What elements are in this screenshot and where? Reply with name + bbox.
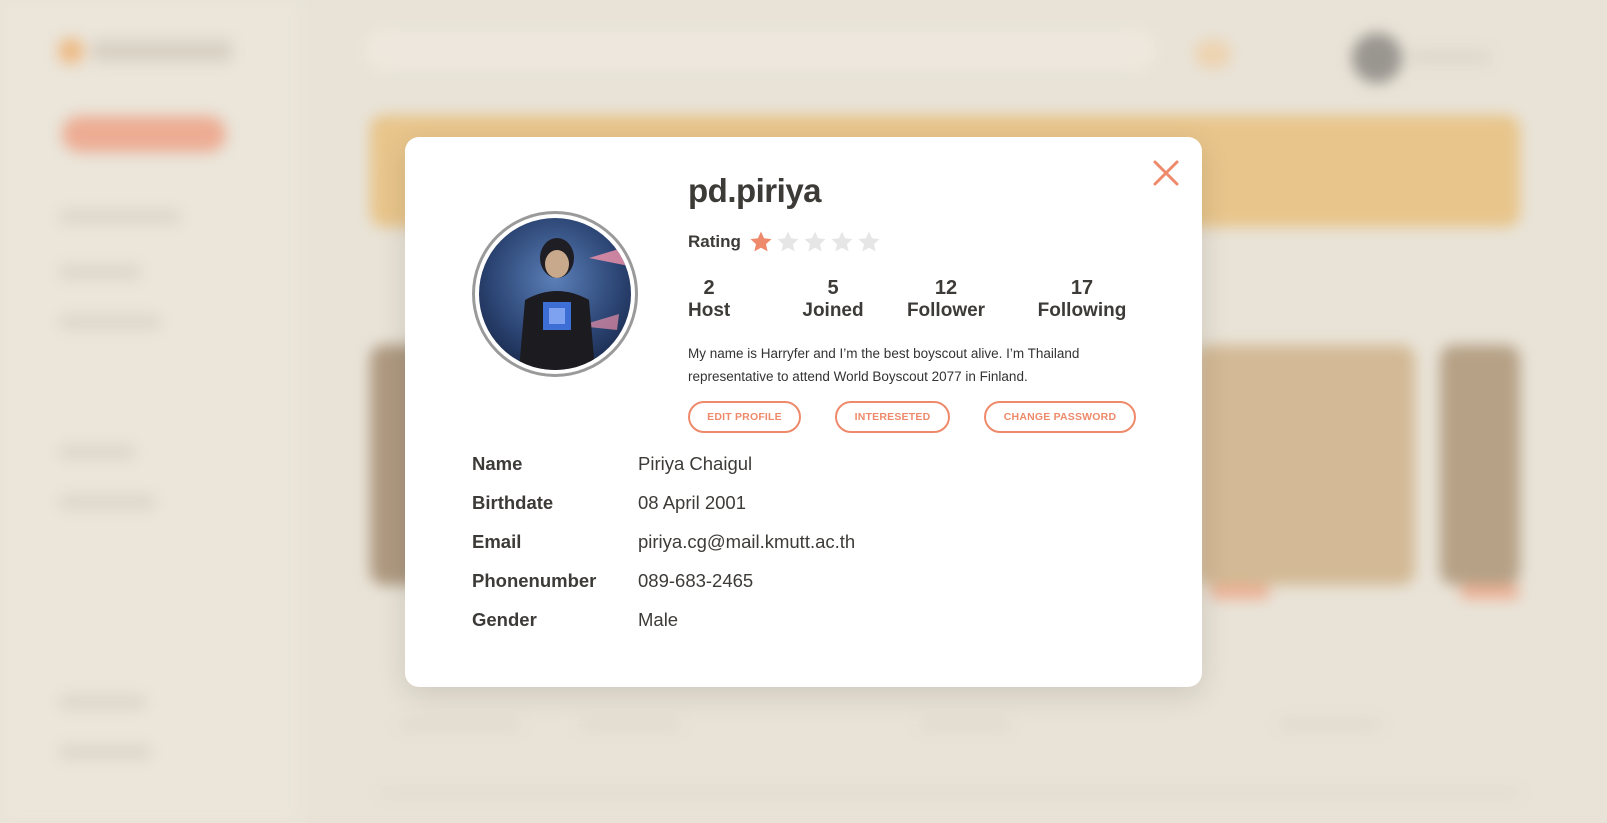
detail-value: Male [638, 609, 679, 630]
interested-button[interactable]: INTERESETED [835, 401, 950, 433]
detail-row-birthdate: Birthdate 08 April 2001 [472, 492, 1072, 522]
star-empty-icon [804, 231, 826, 252]
profile-username: pd.piriya [688, 172, 822, 209]
profile-photo [479, 218, 631, 370]
detail-row-email: Email piriya.cg@mail.kmutt.ac.th [472, 531, 1072, 561]
detail-value: piriya.cg@mail.kmutt.ac.th [638, 531, 856, 552]
rating-row: Rating [688, 229, 884, 255]
detail-value: 08 April 2001 [638, 492, 747, 513]
bio-line: representative to attend World Boyscout … [688, 369, 1028, 384]
detail-label: Birthdate [472, 492, 554, 513]
star-filled-icon [750, 231, 772, 252]
close-icon [1153, 160, 1179, 186]
stat-follower[interactable]: 12 Follower [906, 277, 986, 323]
stat-label: Follower [906, 300, 986, 321]
profile-modal: pd.piriya Rating 2 Host 5 Joined 12 Foll… [405, 137, 1202, 687]
detail-label: Email [472, 531, 522, 552]
stat-value: 2 [703, 277, 715, 299]
rating-label: Rating [688, 232, 741, 251]
detail-label: Phonenumber [472, 570, 597, 591]
detail-row-name: Name Piriya Chaigul [472, 453, 1072, 483]
detail-value: 089-683-2465 [638, 570, 754, 591]
detail-label: Gender [472, 609, 537, 630]
stat-label: Joined [802, 300, 864, 321]
stat-label: Host [688, 300, 731, 321]
stat-host[interactable]: 2 Host [688, 277, 730, 323]
stat-value: 17 [1070, 277, 1094, 299]
profile-avatar [472, 211, 638, 377]
star-empty-icon [831, 231, 853, 252]
star-empty-icon [858, 231, 880, 252]
profile-stats: 2 Host 5 Joined 12 Follower 17 Following [688, 277, 1143, 327]
stat-following[interactable]: 17 Following [1037, 277, 1127, 323]
close-button[interactable] [1150, 157, 1182, 189]
stat-value: 5 [827, 277, 839, 299]
change-password-button[interactable]: CHANGE PASSWORD [984, 401, 1136, 433]
stat-value: 12 [934, 277, 958, 299]
stat-label: Following [1037, 300, 1127, 321]
bio-line: My name is Harryfer and I’m the best boy… [688, 346, 1080, 361]
detail-row-gender: Gender Male [472, 609, 1072, 639]
star-empty-icon [777, 231, 799, 252]
detail-row-phonenumber: Phonenumber 089-683-2465 [472, 570, 1072, 600]
detail-label: Name [472, 453, 523, 474]
detail-value: Piriya Chaigul [638, 453, 753, 474]
edit-profile-button[interactable]: EDIT PROFILE [688, 401, 801, 433]
profile-bio: My name is Harryfer and I’m the best boy… [688, 342, 1118, 388]
stat-joined[interactable]: 5 Joined [788, 277, 878, 323]
